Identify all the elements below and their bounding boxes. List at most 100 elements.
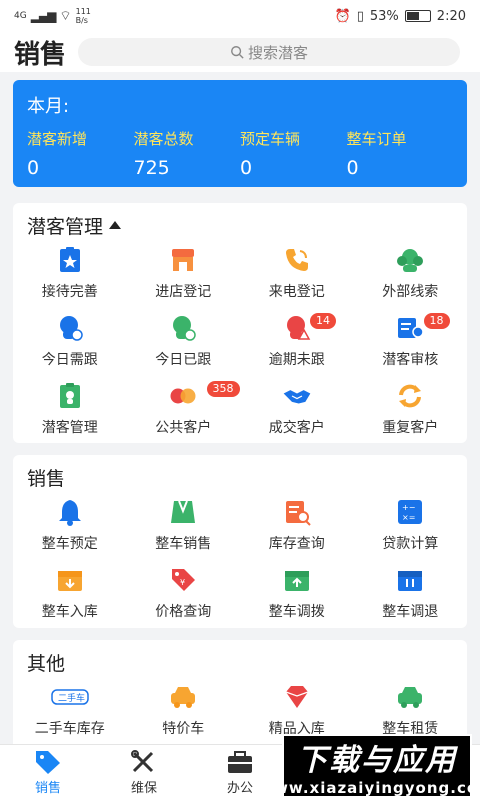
stat-value: 0 — [240, 157, 253, 179]
grid-item-store-checkin[interactable]: 进店登记 — [127, 239, 241, 307]
battery-percent: 53% — [369, 8, 399, 24]
external-clue-icon — [397, 249, 424, 272]
grid-item-overdue[interactable]: 14 逾期未跟 — [240, 307, 354, 375]
briefcase-icon — [228, 751, 252, 773]
sales-section: 销售 整车预定 整车销售 库存查询 +− ×= 贷款计算 整车入库 ¥ 价格查询 … — [13, 455, 467, 628]
grid-item-lead-manage[interactable]: 潜客管理 — [13, 375, 127, 443]
grid-item-label: 整车入库 — [41, 604, 98, 620]
grid-item-label: 来电登记 — [268, 284, 325, 300]
stat-label: 整车订单 — [346, 130, 407, 148]
stat-label: 潜客总数 — [133, 130, 194, 148]
stats-row: 潜客新增 0 潜客总数 725 预定车辆 0 整车订单 0 — [27, 128, 453, 179]
status-left: 4G ▂▄▆ ⌔ 111 B/s — [14, 7, 91, 25]
tab-label: 销售 — [34, 781, 61, 796]
section-title-text: 潜客管理 — [27, 215, 104, 238]
count-badge: 14 — [310, 313, 336, 329]
grid-item-used-car-stock[interactable]: 二手车 二手车库存 — [13, 676, 127, 744]
return-icon — [398, 571, 423, 591]
signal-icon: ▂▄▆ — [30, 9, 57, 23]
tab-maintenance[interactable]: 维保 — [96, 745, 192, 800]
special-car-icon — [171, 687, 196, 708]
tab-sales[interactable]: 销售 — [0, 745, 96, 800]
stat-reserved-vehicles[interactable]: 预定车辆 0 — [240, 128, 347, 179]
stock-in-icon — [57, 571, 82, 591]
svg-text:×=: ×= — [402, 513, 415, 522]
store-icon — [172, 249, 195, 271]
grid-item-label: 潜客管理 — [41, 420, 98, 436]
battery-icon — [404, 10, 431, 22]
grid-item-today-followed[interactable]: 今日已跟 — [127, 307, 241, 375]
svg-text:¥: ¥ — [180, 578, 185, 587]
count-badge: 358 — [206, 381, 240, 397]
grid-item-today-follow[interactable]: 今日需跟 — [13, 307, 127, 375]
boutique-icon — [285, 686, 308, 708]
stat-vehicle-orders[interactable]: 整车订单 0 — [347, 128, 454, 179]
stat-label: 潜客新增 — [27, 130, 88, 148]
grid-item-label: 逾期未跟 — [268, 352, 325, 368]
grid-item-label: 价格查询 — [155, 604, 212, 620]
wifi-icon: ⌔ — [59, 9, 72, 24]
grid-item-special-car[interactable]: 特价车 — [127, 676, 241, 744]
price-tag-icon: ¥ — [172, 569, 196, 591]
tools-icon — [131, 750, 154, 773]
sales-icon — [171, 500, 196, 523]
vibrate-icon: ▯ — [356, 8, 364, 24]
overdue-icon — [286, 316, 311, 340]
grid-item-label: 库存查询 — [268, 536, 325, 552]
speed-unit: B/s — [75, 16, 88, 25]
inventory-search-icon — [285, 501, 311, 526]
public-customer-icon — [170, 388, 196, 404]
network-label: 4G — [14, 11, 27, 21]
grid-item-label: 成交客户 — [268, 420, 325, 436]
grid-item-label: 今日需跟 — [41, 352, 98, 368]
grid-item-vehicle-reserve[interactable]: 整车预定 — [13, 491, 127, 559]
today-follow-icon — [59, 316, 83, 341]
grid-item-repeat-customer[interactable]: 重复客户 — [354, 375, 468, 443]
grid-item-call-checkin[interactable]: 来电登记 — [240, 239, 354, 307]
clock: 2:20 — [436, 8, 466, 24]
review-icon — [398, 318, 424, 338]
grid-item-closed-customer[interactable]: 成交客户 — [240, 375, 354, 443]
section-title[interactable]: 潜客管理 — [13, 203, 467, 239]
section-title: 销售 — [27, 467, 66, 490]
grid-item-public-customer[interactable]: 358 公共客户 — [127, 375, 241, 443]
grid-item-price-search[interactable]: ¥ 价格查询 — [127, 559, 241, 627]
grid-item-label: 进店登记 — [155, 284, 212, 300]
stat-value: 725 — [133, 157, 170, 179]
grid-item-vehicle-return[interactable]: 整车调退 — [354, 559, 468, 627]
grid-item-label: 公共客户 — [155, 420, 212, 436]
grid-item-reception[interactable]: 接待完善 — [13, 239, 127, 307]
stat-new-leads[interactable]: 潜客新增 0 — [27, 128, 134, 179]
grid-item-label: 接待完善 — [41, 284, 98, 300]
repeat-icon — [399, 384, 422, 408]
stat-value: 0 — [346, 157, 359, 179]
stat-value: 0 — [27, 157, 40, 179]
net-speed: 111 B/s — [76, 7, 91, 25]
transfer-icon — [284, 571, 309, 591]
grid-item-stock-in[interactable]: 整车入库 — [13, 559, 127, 627]
speed-value: 111 — [75, 7, 91, 16]
grid-item-label: 特价车 — [162, 721, 205, 737]
lead-manage-icon — [59, 383, 80, 408]
header: 销售 搜索潜客 — [0, 32, 480, 72]
search-input[interactable]: 搜索潜客 — [78, 38, 460, 66]
used-car-icon: 二手车 — [51, 689, 89, 705]
grid-item-vehicle-sales[interactable]: 整车销售 — [127, 491, 241, 559]
month-summary-card: 本月: 潜客新增 0 潜客总数 725 预定车辆 0 整车订单 0 — [13, 80, 467, 187]
svg-text:二手车: 二手车 — [58, 692, 85, 704]
car-rental-icon — [398, 687, 423, 708]
grid-item-lead-review[interactable]: 18 潜客审核 — [354, 307, 468, 375]
watermark-main: 下载与应用 — [297, 743, 457, 778]
stat-total-leads[interactable]: 潜客总数 725 — [134, 128, 241, 179]
grid-item-inventory-search[interactable]: 库存查询 — [240, 491, 354, 559]
grid-item-loan-calc[interactable]: +− ×= 贷款计算 — [354, 491, 468, 559]
tab-label: 维保 — [130, 781, 157, 796]
grid-item-external-clues[interactable]: 外部线索 — [354, 239, 468, 307]
bell-icon — [58, 500, 81, 526]
phone-icon — [285, 249, 308, 271]
grid-item-label: 整车预定 — [41, 536, 98, 552]
grid-item-vehicle-transfer[interactable]: 整车调拨 — [240, 559, 354, 627]
grid-item-label: 外部线索 — [382, 284, 439, 300]
watermark-sub: www.xiazaiyingyong.com — [259, 779, 480, 797]
tab-label: 办公 — [226, 781, 253, 796]
